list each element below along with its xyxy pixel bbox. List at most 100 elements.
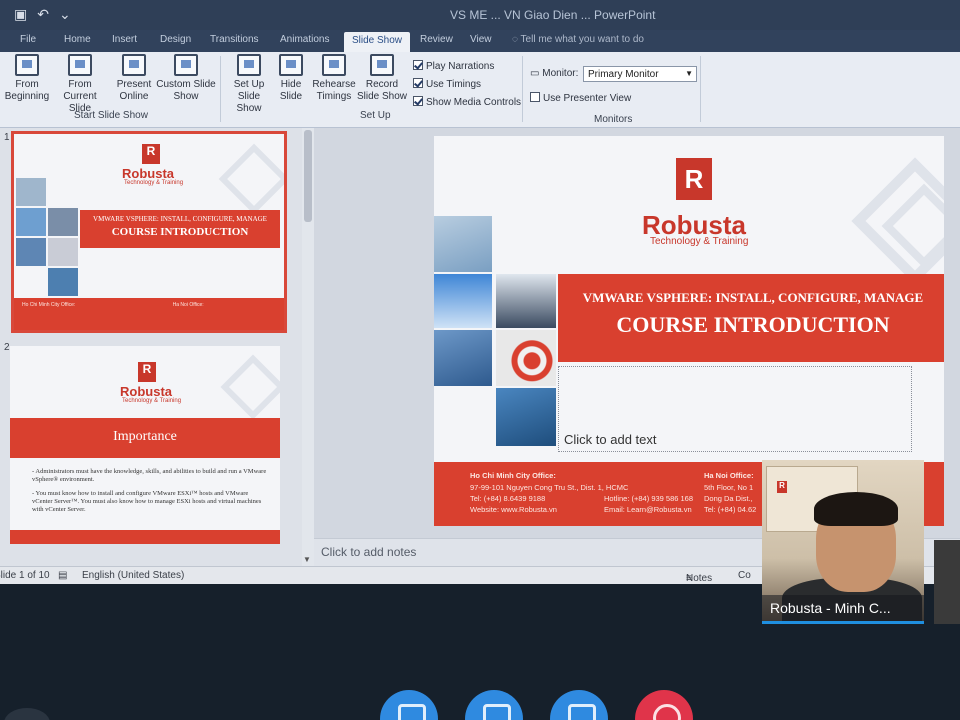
ribbon-slide-show: From Beginning From Current Slide Presen… [0, 52, 960, 128]
photo-businessman [48, 208, 78, 236]
play-narrations-checkbox[interactable]: Play Narrations [413, 60, 494, 72]
tab-insert[interactable]: Insert [112, 34, 137, 45]
toggle-video-button[interactable] [465, 690, 523, 720]
from-current-slide-button[interactable]: From Current Slide [52, 54, 108, 115]
logo-text: Robusta [122, 166, 174, 181]
photo-target [496, 330, 556, 386]
tab-design[interactable]: Design [160, 34, 191, 45]
tab-home[interactable]: Home [64, 34, 91, 45]
globe-screen-icon [122, 54, 146, 76]
use-timings-checkbox[interactable]: Use Timings [413, 78, 481, 90]
save-icon[interactable]: ▣ [14, 6, 37, 22]
secondary-video-tile[interactable] [934, 540, 960, 624]
title-banner: VMWARE VSPHERE: INSTALL, CONFIGURE, MANA… [558, 274, 944, 362]
slide-number: 2 [4, 342, 10, 353]
photo-touch [16, 238, 46, 266]
decorative-chevron [218, 143, 284, 215]
setup-screen-icon [237, 54, 261, 76]
robusta-logo-icon [676, 158, 712, 200]
text-placeholder[interactable]: Click to add text [558, 366, 912, 452]
photo-sky [434, 274, 492, 328]
monitor-icon: ▭ [530, 68, 543, 79]
from-beginning-button[interactable]: From Beginning [4, 54, 50, 103]
share-screen-button[interactable] [550, 690, 608, 720]
customize-icon[interactable]: ⌄ [59, 6, 81, 22]
chevron-down-icon: ▼ [685, 69, 693, 78]
title-bar: ▣↶⌄ VS ME ... VN Giao Dien ... PowerPoin… [0, 0, 960, 30]
tab-animations[interactable]: Animations [280, 34, 329, 45]
slide-title: Importance [10, 418, 280, 458]
monitor-label: ▭ Monitor: [530, 68, 579, 79]
logo-tagline: Technology & Training [122, 398, 182, 404]
logo-tagline: Technology & Training [124, 180, 184, 186]
participant-video-tile[interactable]: Robusta - Minh C... [762, 460, 924, 624]
slide-number: 1 [4, 132, 10, 143]
stopwatch-screen-icon [322, 54, 346, 76]
checkbox-checked-icon [413, 96, 423, 106]
tab-file[interactable]: File [20, 34, 36, 45]
decorative-chevron [220, 354, 280, 420]
slide-title: COURSE INTRODUCTION [111, 226, 249, 238]
lightbulb-icon: ◌ [512, 34, 521, 45]
photo-woman [16, 178, 46, 206]
tab-view[interactable]: View [470, 34, 492, 45]
slide-counter: Slide 1 of 10 [0, 570, 50, 581]
hide-slide-icon [279, 54, 303, 76]
comments-button[interactable]: Co [738, 570, 751, 581]
monitor-dropdown[interactable]: Primary Monitor ▼ [583, 66, 697, 82]
bullet-text: - Administrators must have the knowledge… [32, 468, 267, 483]
ribbon-tabs: File Home Insert Design Transitions Anim… [0, 30, 960, 52]
person-hair [814, 492, 898, 526]
ribbon-separator [522, 56, 523, 122]
quick-access-toolbar[interactable]: ▣↶⌄ [14, 6, 81, 23]
group-label-start-slide-show: Start Slide Show [74, 110, 148, 121]
tab-transitions[interactable]: Transitions [210, 34, 259, 45]
group-label-monitors: Monitors [594, 114, 633, 125]
photo-woman [434, 216, 492, 272]
end-call-button[interactable] [635, 690, 693, 720]
bullet-text: - You must know how to install and confi… [32, 490, 262, 513]
contact-footer: Ho Chi Minh City Office: Ha Noi Office: [14, 298, 284, 330]
slide-subtitle: VMWARE VSPHERE: INSTALL, CONFIGURE, MANA… [582, 290, 924, 305]
tell-me-search[interactable]: ◌ Tell me what you want to do [512, 34, 644, 45]
checkbox-unchecked-icon [530, 92, 540, 102]
logo-tagline: Technology & Training [650, 236, 749, 247]
checkbox-checked-icon [413, 60, 423, 70]
mute-microphone-button[interactable] [380, 690, 438, 720]
spellcheck-icon[interactable]: ▤ [58, 570, 67, 581]
slide-thumbnail-2[interactable]: Robusta Technology & Training Importance… [10, 346, 280, 544]
slide-thumbnail-1[interactable]: Robusta Technology & Training VMWARE VSP… [11, 131, 287, 333]
ribbon-separator [220, 56, 221, 122]
logo-text: Robusta [120, 384, 172, 399]
present-online-button[interactable]: Present Online [114, 54, 154, 103]
undo-icon[interactable]: ↶ [37, 6, 59, 22]
custom-show-icon [174, 54, 198, 76]
custom-slide-show-button[interactable]: Custom Slide Show [156, 54, 216, 103]
photo-phone [48, 268, 78, 296]
scroll-down-icon[interactable]: ▼ [303, 555, 311, 564]
language-indicator[interactable]: English (United States) [82, 570, 184, 581]
robusta-logo-icon [142, 144, 160, 164]
hide-slide-button[interactable]: Hide Slide [276, 54, 306, 103]
slide-thumbnail-pane: 1 Robusta Technology & Training VMWARE V… [0, 128, 302, 566]
robusta-logo-icon [138, 362, 156, 382]
chat-icon[interactable] [4, 708, 50, 720]
photo-target [48, 238, 78, 266]
contact-footer [10, 530, 280, 544]
record-slide-show-button[interactable]: Record Slide Show [356, 54, 408, 103]
thumbnail-scrollbar[interactable]: ▼ [302, 128, 314, 566]
scrollbar-thumb[interactable] [304, 130, 312, 222]
rehearse-timings-button[interactable]: Rehearse Timings [312, 54, 356, 103]
show-media-controls-checkbox[interactable]: Show Media Controls [413, 96, 521, 108]
slide-title: COURSE INTRODUCTION [616, 312, 890, 337]
use-presenter-view-checkbox[interactable]: Use Presenter View [530, 92, 631, 104]
tab-review[interactable]: Review [420, 34, 453, 45]
title-banner: VMWARE VSPHERE: INSTALL, CONFIGURE, MANA… [80, 210, 280, 248]
tab-slide-show[interactable]: Slide Show [344, 32, 411, 52]
set-up-slide-show-button[interactable]: Set Up Slide Show [224, 54, 274, 115]
photo-touch-screen [434, 330, 492, 386]
group-label-set-up: Set Up [360, 110, 391, 121]
slide-subtitle: VMWARE VSPHERE: INSTALL, CONFIGURE, MANA… [93, 215, 267, 223]
checkbox-checked-icon [413, 78, 423, 88]
photo-smartphone [496, 388, 556, 446]
